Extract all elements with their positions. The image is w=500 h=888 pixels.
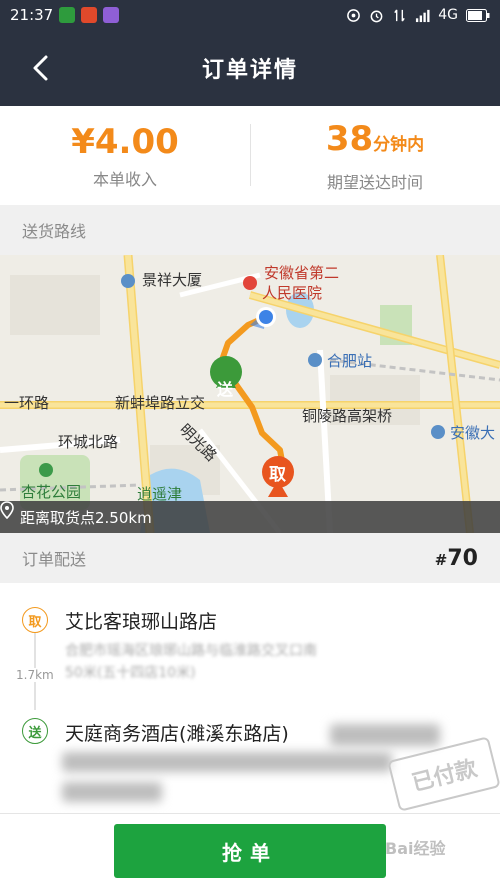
redacted-block (62, 782, 162, 802)
route-section-title: 送货路线 (22, 222, 87, 241)
map-label: 一环路 (4, 394, 50, 412)
income-cell: ¥4.00 本单收入 (0, 106, 250, 205)
network-type: 4G (438, 7, 458, 23)
alarm-icon (370, 10, 383, 22)
building-poi-icon (431, 425, 445, 439)
pickup-address-line: 合肥市瑶海区琅琊山路与临淮路交叉口南 (65, 643, 317, 659)
eta-value-line: 38分钟内 (326, 119, 424, 165)
map-label: 铜陵路高架桥 (302, 407, 393, 425)
watermark: Bai经验 (385, 839, 446, 858)
stop-distance: 1.7km (16, 668, 54, 682)
dropoff-marker-text: 送 (217, 380, 234, 399)
delivery-section-header: 订单配送 #70 (0, 533, 500, 583)
battery-icon (466, 8, 490, 22)
pickup-badge: 取 (22, 607, 48, 633)
distance-bar: 距离取货点2.50km (0, 501, 500, 533)
back-button[interactable] (22, 50, 58, 86)
hospital-poi-icon (243, 276, 257, 290)
order-summary: ¥4.00 本单收入 38分钟内 期望送达时间 (0, 106, 500, 205)
building-poi-icon (121, 274, 135, 288)
map-label: 杏花公园 (21, 483, 82, 501)
order-number-value: 70 (447, 545, 478, 571)
route-section-header: 送货路线 (0, 205, 500, 255)
app-notification-icon (59, 7, 76, 23)
pickup-store-name[interactable]: 艾比客琅琊山路店 (65, 607, 217, 634)
map-label: 合肥站 (327, 352, 373, 370)
app-notification-icon (103, 7, 120, 23)
pickup-marker-text: 取 (269, 465, 286, 485)
map-label: 安徽省第二 (264, 264, 340, 282)
route-map[interactable]: 景祥大厦 安徽省第二 人民医院 合肥站 一环路 新蚌埠路立交 明光路 铜陵路高架… (0, 255, 500, 533)
status-bar: 21:37 4G (0, 0, 500, 30)
nav-bar: 订单详情 (0, 30, 500, 106)
cell-signal-icon (416, 9, 430, 22)
map-label: 景祥大厦 (142, 271, 203, 289)
chevron-left-icon (33, 55, 48, 81)
weibo-notification-icon (81, 7, 98, 23)
map-label: 环城北路 (58, 433, 119, 451)
summary-divider (250, 124, 251, 186)
map-label: 人民医院 (262, 284, 323, 302)
eta-unit: 分钟内 (373, 134, 425, 155)
status-time: 21:37 (10, 6, 54, 24)
signal-arrows-icon (394, 8, 406, 22)
grab-order-button[interactable]: 抢单 (114, 824, 386, 878)
eta-cell: 38分钟内 期望送达时间 (250, 106, 500, 205)
map-label: 安徽大 (450, 424, 496, 442)
redacted-block (330, 724, 440, 746)
hotspot-icon (347, 8, 361, 22)
order-number: #70 (435, 546, 478, 571)
order-number-hash: # (434, 550, 448, 569)
redacted-block (62, 752, 392, 772)
dropoff-hotel-name[interactable]: 天庭商务酒店(濉溪东路店) (65, 719, 289, 746)
income-value: ¥4.00 (71, 121, 179, 162)
dropoff-badge: 送 (22, 718, 48, 744)
location-pin-icon (0, 501, 14, 519)
station-poi-icon (308, 353, 322, 367)
eta-label: 期望送达时间 (326, 172, 423, 192)
pickup-address-line: 50米(五十四店10米) (65, 665, 196, 681)
map-label: 新蚌埠路立交 (115, 394, 206, 412)
income-label: 本单收入 (92, 169, 157, 189)
park-poi-icon (39, 463, 53, 477)
current-location-icon (259, 310, 273, 324)
page-title: 订单详情 (201, 58, 298, 83)
delivery-section-title: 订单配送 (22, 550, 87, 569)
eta-value: 38 (325, 118, 374, 159)
distance-text: 距离取货点2.50km (20, 508, 152, 527)
